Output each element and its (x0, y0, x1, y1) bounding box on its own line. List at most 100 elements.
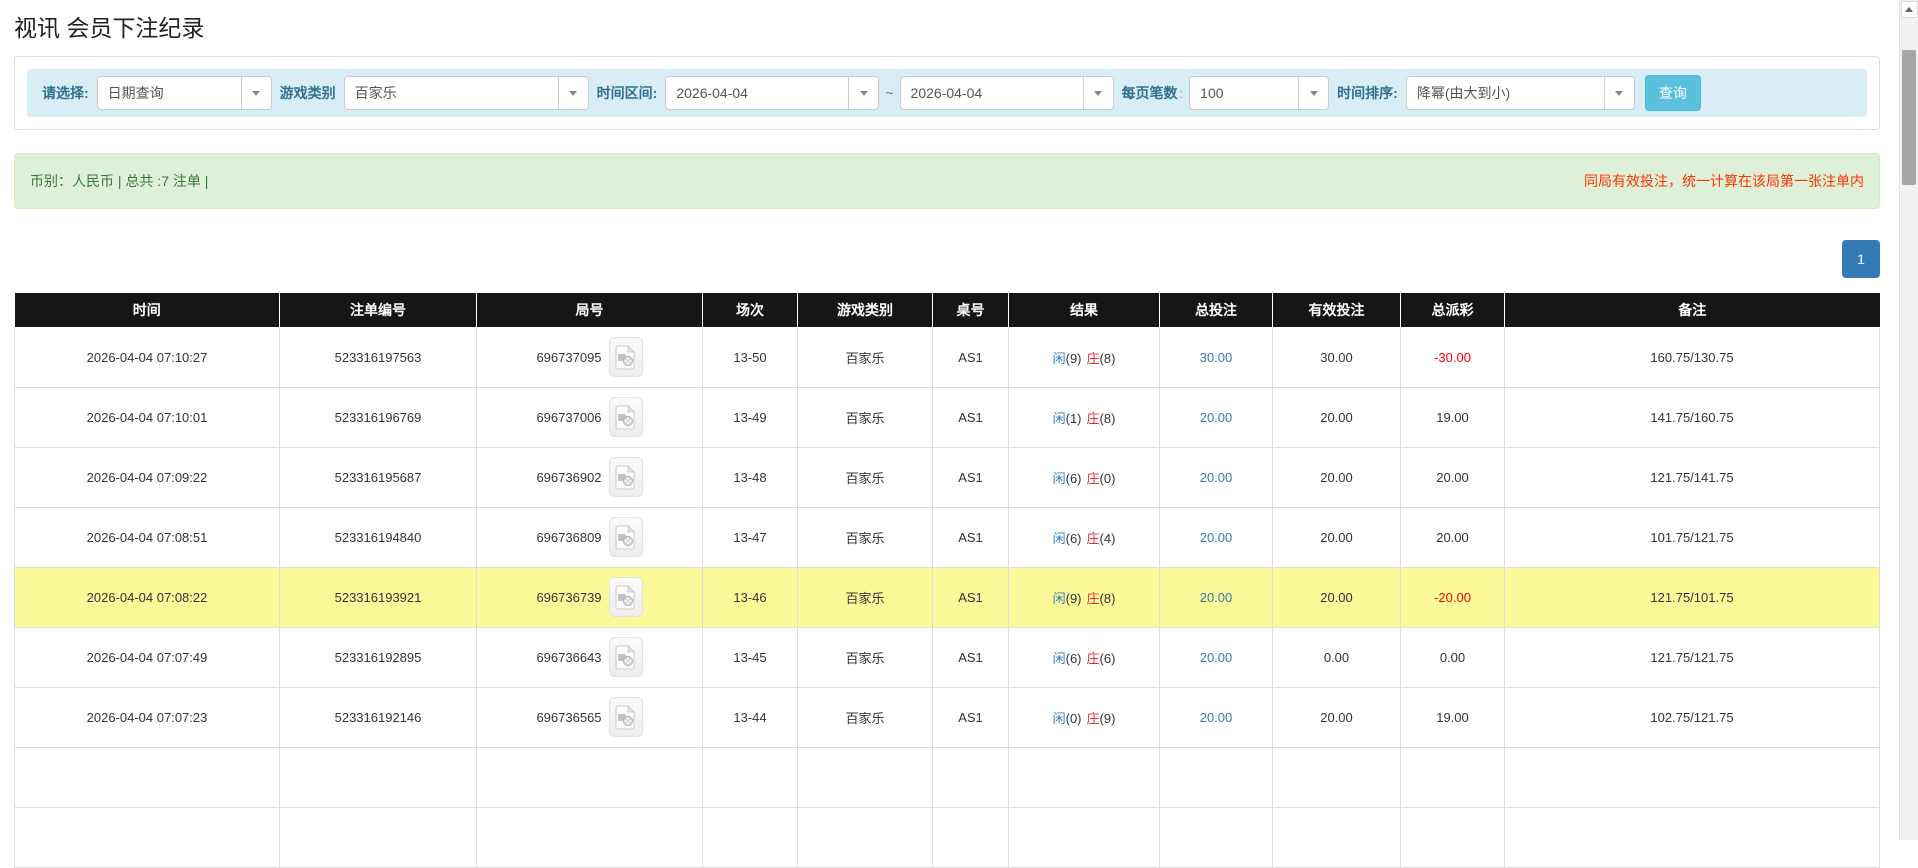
total-bet-link[interactable]: 20.00 (1200, 470, 1233, 485)
scroll-up-button[interactable] (1901, 1, 1918, 18)
page-size-colon: : (1180, 86, 1184, 101)
cell-payout: 0.00 (1401, 627, 1505, 687)
round-video-button[interactable] (609, 517, 643, 557)
cell-bet-id: 523316192895 (280, 627, 477, 687)
subtotal-empty (798, 747, 933, 807)
cell-total-bet: 20.00 (1160, 447, 1273, 507)
cell-bet-id: 523316193921 (280, 567, 477, 627)
cell-round: 696736565 (477, 687, 703, 747)
currency-summary-text: 币别：人民币 | 总共 :7 注单 | (30, 171, 208, 191)
game-type-select[interactable]: 百家乐 (344, 76, 589, 110)
chevron-down-icon[interactable] (1604, 77, 1634, 109)
cell-remark: 121.75/141.75 (1505, 447, 1880, 507)
chevron-down-icon[interactable] (558, 77, 588, 109)
chevron-down-icon[interactable] (1083, 77, 1113, 109)
header-game-type: 游戏类别 (798, 293, 933, 327)
subtotal-total-bet: 150.00 (1160, 747, 1273, 807)
cell-valid-bet: 20.00 (1273, 447, 1401, 507)
cell-bet-id: 523316192146 (280, 687, 477, 747)
cell-remark: 121.75/121.75 (1505, 627, 1880, 687)
cell-session: 13-49 (703, 387, 798, 447)
cell-payout: -30.00 (1401, 327, 1505, 387)
table-row: 2026-04-04 07:08:22523316193921696736739… (15, 567, 1880, 627)
page-size-value: 100 (1190, 85, 1298, 101)
result-banker: 庄 (1087, 351, 1100, 366)
result-banker: 庄 (1087, 411, 1100, 426)
cell-result: 闲(6)庄(6) (1009, 627, 1160, 687)
cell-result: 闲(0)庄(9) (1009, 687, 1160, 747)
subtotal-label: 小计 (15, 747, 280, 807)
sort-value: 降幂(由大到小) (1407, 83, 1604, 103)
total-total-bet: 150.00 (1160, 807, 1273, 867)
table-row: 2026-04-04 07:07:49523316192895696736643… (15, 627, 1880, 687)
table-header-row: 时间 注单编号 局号 场次 游戏类别 桌号 结果 总投注 有效投注 总派彩 备注 (15, 293, 1880, 327)
result-player-score: (6) (1066, 531, 1082, 546)
cell-remark: 102.75/121.75 (1505, 687, 1880, 747)
date-to-value: 2026-04-04 (901, 85, 1083, 101)
page-size-select[interactable]: 100 (1189, 76, 1329, 110)
cell-bet-id: 523316196769 (280, 387, 477, 447)
subtotal-empty (1505, 747, 1880, 807)
cell-result: 闲(9)庄(8) (1009, 327, 1160, 387)
date-range-label: 时间区间: (597, 83, 658, 103)
chevron-down-icon[interactable] (848, 77, 878, 109)
cell-bet-id: 523316194840 (280, 507, 477, 567)
total-empty (798, 807, 933, 867)
round-number: 696736643 (536, 650, 601, 665)
cell-round: 696737095 (477, 327, 703, 387)
cell-round: 696736902 (477, 447, 703, 507)
subtotal-count: 7 (280, 747, 477, 807)
result-player-score: (1) (1066, 411, 1082, 426)
round-video-button[interactable] (609, 637, 643, 677)
round-video-button[interactable] (609, 457, 643, 497)
total-bet-link[interactable]: 20.00 (1200, 710, 1233, 725)
header-valid-bet: 有效投注 (1273, 293, 1401, 327)
date-from-select[interactable]: 2026-04-04 (665, 76, 879, 110)
cell-bet-id: 523316197563 (280, 327, 477, 387)
result-player-score: (9) (1066, 591, 1082, 606)
cell-game-type: 百家乐 (798, 387, 933, 447)
cell-valid-bet: 20.00 (1273, 387, 1401, 447)
result-banker-score: (8) (1100, 351, 1116, 366)
round-video-button[interactable] (609, 577, 643, 617)
subtotal-row: 小计 7 150.00 130.00 28.00 (15, 747, 1880, 807)
total-bet-link[interactable]: 30.00 (1200, 350, 1233, 365)
cell-session: 13-50 (703, 327, 798, 387)
arrow-up-icon (1905, 7, 1913, 12)
cell-table: AS1 (933, 687, 1009, 747)
total-bet-link[interactable]: 20.00 (1200, 590, 1233, 605)
cell-time: 2026-04-04 07:08:22 (15, 567, 280, 627)
sort-select[interactable]: 降幂(由大到小) (1406, 76, 1635, 110)
round-video-button[interactable] (609, 337, 643, 377)
query-type-select[interactable]: 日期查询 (97, 76, 272, 110)
cell-total-bet: 30.00 (1160, 327, 1273, 387)
header-result: 结果 (1009, 293, 1160, 327)
page-button-1[interactable]: 1 (1842, 240, 1880, 278)
cell-valid-bet: 20.00 (1273, 567, 1401, 627)
chevron-down-icon[interactable] (1298, 77, 1328, 109)
filter-bar: 请选择: 日期查询 游戏类别 百家乐 时间区间: 2026-04-04 ~ 20… (27, 69, 1867, 117)
cell-total-bet: 20.00 (1160, 567, 1273, 627)
result-player-score: (9) (1066, 351, 1082, 366)
total-bet-link[interactable]: 20.00 (1200, 410, 1233, 425)
round-video-button[interactable] (609, 697, 643, 737)
cell-remark: 141.75/160.75 (1505, 387, 1880, 447)
cell-valid-bet: 0.00 (1273, 627, 1401, 687)
total-bet-link[interactable]: 20.00 (1200, 650, 1233, 665)
cell-result: 闲(6)庄(4) (1009, 507, 1160, 567)
date-from-value: 2026-04-04 (666, 85, 848, 101)
scrollbar-thumb[interactable] (1902, 50, 1916, 185)
game-type-label: 游戏类别 (280, 83, 336, 103)
chevron-down-icon[interactable] (241, 77, 271, 109)
vertical-scrollbar[interactable] (1899, 0, 1918, 840)
result-banker-score: (8) (1100, 591, 1116, 606)
round-video-button[interactable] (609, 397, 643, 437)
search-button[interactable]: 查询 (1645, 75, 1701, 111)
total-bet-link[interactable]: 20.00 (1200, 530, 1233, 545)
result-banker: 庄 (1087, 471, 1100, 486)
bet-records-table: 时间 注单编号 局号 场次 游戏类别 桌号 结果 总投注 有效投注 总派彩 备注… (14, 293, 1880, 868)
result-banker: 庄 (1087, 651, 1100, 666)
date-to-select[interactable]: 2026-04-04 (900, 76, 1114, 110)
table-row: 2026-04-04 07:08:51523316194840696736809… (15, 507, 1880, 567)
cell-payout: 19.00 (1401, 687, 1505, 747)
